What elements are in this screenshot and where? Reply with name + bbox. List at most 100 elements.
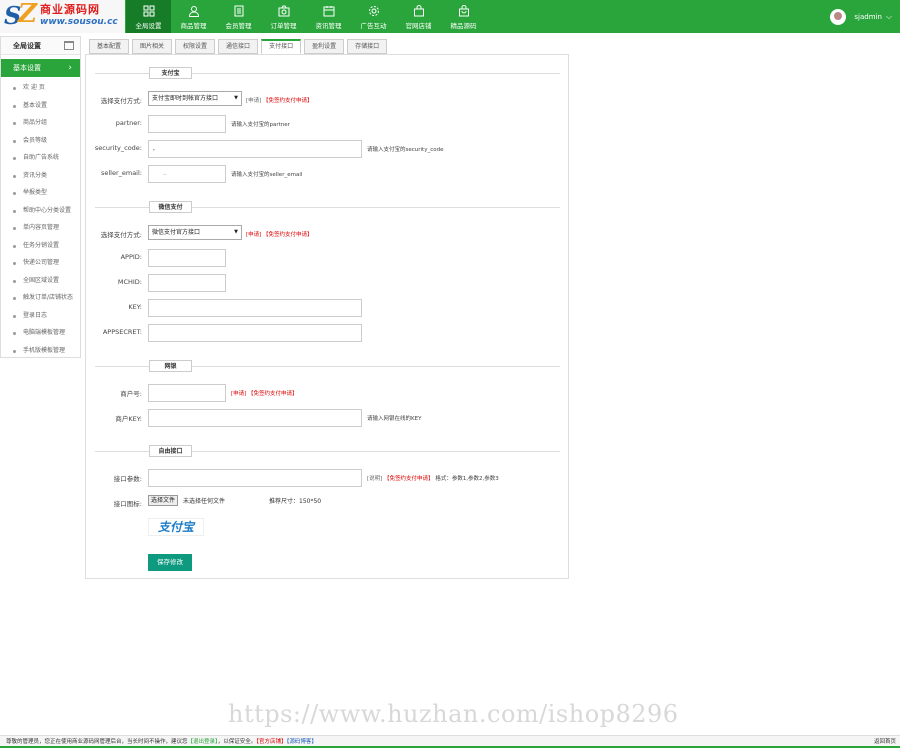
wechat-mchid-row: MCHID: bbox=[86, 274, 566, 292]
netbank-legend: 网银 bbox=[149, 360, 192, 372]
mchid-input[interactable] bbox=[148, 274, 226, 292]
appsecret-input[interactable] bbox=[148, 324, 362, 342]
apply-prefix: [申请] bbox=[246, 232, 262, 238]
logo-url: www.sousou.cc bbox=[40, 17, 118, 27]
nav-official-store[interactable]: 官网店铺 bbox=[396, 0, 441, 33]
alipay-method-row: 选择支付方式: 支付宝即时到帐官方接口 ▼ [申请] 【免签约支付申请】 bbox=[86, 91, 566, 109]
footer-text: 尊敬的管理员，您正在使用商业源码网管理后台，当长时间不操作，建议您 bbox=[6, 739, 188, 745]
wechat-key-input[interactable] bbox=[148, 299, 362, 317]
sidebar-item[interactable]: 电脑端模板管理 bbox=[1, 324, 80, 342]
alipay-method-select[interactable]: 支付宝即时到帐官方接口 ▼ bbox=[148, 91, 242, 106]
alipay-logo-image: 支付宝 bbox=[148, 518, 204, 536]
sidebar-item[interactable]: 欢 迎 页 bbox=[1, 79, 80, 97]
nav-label: 官网店铺 bbox=[405, 22, 432, 30]
format-hint: 格式：参数1,参数2,参数3 bbox=[435, 476, 499, 482]
sidebar-item[interactable]: 帮助中心分类设置 bbox=[1, 202, 80, 220]
apply-link[interactable]: 【免签约支付申请】 bbox=[263, 232, 313, 238]
tab-permissions[interactable]: 权限设置 bbox=[175, 39, 216, 54]
user-icon bbox=[188, 6, 199, 17]
interface-params-input[interactable] bbox=[148, 469, 362, 487]
sidebar-item[interactable]: 会员等级 bbox=[1, 132, 80, 150]
apply-link[interactable]: 【免签约支付申请】 bbox=[248, 391, 298, 397]
tab-storage[interactable]: 存储接口 bbox=[347, 39, 388, 54]
seller-email-input[interactable]: .. bbox=[148, 165, 226, 183]
alipay-seller-row: seller_email: .. 请输入支付宝的seller_email bbox=[86, 165, 566, 183]
sidebar-item[interactable]: 举报类型 bbox=[1, 184, 80, 202]
nav-member-management[interactable]: 会员管理 bbox=[216, 0, 261, 33]
file-status: 未选择任何文件 bbox=[183, 498, 226, 505]
sidebar-title: 全局设置 bbox=[13, 42, 41, 50]
sidebar: 全局设置 基本设置 › 欢 迎 页 基本设置 商品分组 会员等级 自助广告系统 … bbox=[0, 36, 81, 358]
section-divider: 自由接口 bbox=[95, 445, 560, 457]
wechat-legend: 微信支付 bbox=[149, 201, 192, 213]
nav-label: 商品管理 bbox=[180, 22, 207, 30]
tab-communication[interactable]: 通信接口 bbox=[218, 39, 259, 54]
field-label: MCHID: bbox=[117, 278, 142, 286]
section-divider: 网银 bbox=[95, 360, 560, 372]
field-label: partner: bbox=[115, 119, 142, 127]
sidebar-header: 全局设置 bbox=[1, 37, 80, 55]
logout-link[interactable]: 【退出登录】 bbox=[188, 739, 218, 745]
sidebar-item[interactable]: 商品分组 bbox=[1, 114, 80, 132]
sidebar-item[interactable]: 基本设置 bbox=[1, 97, 80, 115]
field-hint: 请输入网银在线的KEY bbox=[367, 416, 422, 422]
size-hint: 推荐尺寸：150*50 bbox=[269, 498, 322, 505]
sidebar-current-section[interactable]: 基本设置 › bbox=[1, 59, 80, 77]
nav-label: 资讯管理 bbox=[315, 22, 342, 30]
apply-link[interactable]: 【免签约支付申请】 bbox=[263, 98, 313, 104]
dropdown-arrow-icon: ▼ bbox=[234, 95, 238, 101]
wechat-method-row: 选择支付方式: 微信支付官方接口 ▼ [申请] 【免签约支付申请】 bbox=[86, 225, 566, 243]
tab-payment[interactable]: 支付接口 bbox=[261, 39, 302, 54]
nav-label: 全局设置 bbox=[135, 22, 162, 30]
sidebar-item[interactable]: 触发订单/店铺状态 bbox=[1, 289, 80, 307]
section-divider: 支付宝 bbox=[95, 67, 560, 79]
nav-global-settings[interactable]: 全局设置 bbox=[126, 0, 171, 33]
nav-news-management[interactable]: 资讯管理 bbox=[306, 0, 351, 33]
nav-label: 会员管理 bbox=[225, 22, 252, 30]
calendar-icon[interactable] bbox=[64, 41, 74, 50]
tab-basic-config[interactable]: 基本配置 bbox=[89, 39, 130, 54]
sidebar-item[interactable]: 单内容页管理 bbox=[1, 219, 80, 237]
save-button[interactable]: 保存修改 bbox=[148, 554, 192, 571]
alipay-legend: 支付宝 bbox=[149, 67, 192, 79]
explain-prefix: [说明] bbox=[367, 476, 383, 482]
nav-ads-interaction[interactable]: 广告互动 bbox=[351, 0, 396, 33]
security-code-input[interactable]: , bbox=[148, 140, 362, 158]
nav-product-management[interactable]: 商品管理 bbox=[171, 0, 216, 33]
sidebar-item[interactable]: 资讯分类 bbox=[1, 167, 80, 185]
sidebar-item[interactable]: 全国区域设置 bbox=[1, 272, 80, 290]
field-label: seller_email: bbox=[100, 169, 142, 177]
sidebar-item[interactable]: 手机版模板管理 bbox=[1, 342, 80, 360]
source-blog-link[interactable]: 【源码博客】 bbox=[287, 739, 317, 745]
alipay-security-row: security_code: , 请输入支付宝的security_code bbox=[86, 140, 566, 158]
merchant-key-input[interactable] bbox=[148, 409, 362, 427]
tab-image[interactable]: 图片相关 bbox=[132, 39, 173, 54]
sidebar-item[interactable]: 任务分销设置 bbox=[1, 237, 80, 255]
user-menu[interactable]: sjadmin ⌵ bbox=[830, 8, 892, 26]
gear-icon bbox=[368, 6, 379, 16]
partner-input[interactable] bbox=[148, 115, 226, 133]
sidebar-item[interactable]: 登录日志 bbox=[1, 307, 80, 325]
custom-legend: 自由接口 bbox=[149, 445, 192, 457]
wechat-appsecret-row: APPSECRET: bbox=[86, 324, 566, 342]
sidebar-item[interactable]: 快递公司管理 bbox=[1, 254, 80, 272]
field-label: 接口参数: bbox=[113, 475, 142, 483]
field-label: security_code: bbox=[94, 144, 142, 152]
site-logo[interactable]: S Z 商业源码网 www.sousou.cc bbox=[0, 0, 125, 33]
wechat-method-select[interactable]: 微信支付官方接口 ▼ bbox=[148, 225, 242, 240]
document-icon bbox=[234, 5, 243, 17]
merchant-id-input[interactable] bbox=[148, 384, 226, 402]
sidebar-item[interactable]: 自助广告系统 bbox=[1, 149, 80, 167]
apply-prefix: [申请] bbox=[231, 391, 247, 397]
custom-params-row: 接口参数: [说明] 【免签约支付申请】 格式：参数1,参数2,参数3 bbox=[86, 469, 566, 487]
field-label: KEY: bbox=[128, 303, 142, 311]
appid-input[interactable] bbox=[148, 249, 226, 267]
official-store-link[interactable]: 【官方店铺】 bbox=[256, 739, 286, 745]
nav-order-management[interactable]: 订单管理 bbox=[261, 0, 306, 33]
choose-file-button[interactable]: 选择文件 bbox=[148, 495, 179, 506]
tab-profit[interactable]: 盈利设置 bbox=[304, 39, 345, 54]
settings-tabs: 基本配置 图片相关 权限设置 通信接口 支付接口 盈利设置 存储接口 bbox=[89, 39, 390, 54]
field-label: 商户号: bbox=[120, 390, 142, 398]
apply-link[interactable]: 【免签约支付申请】 bbox=[384, 476, 434, 482]
nav-premium-source[interactable]: 精品源码 bbox=[441, 0, 486, 33]
